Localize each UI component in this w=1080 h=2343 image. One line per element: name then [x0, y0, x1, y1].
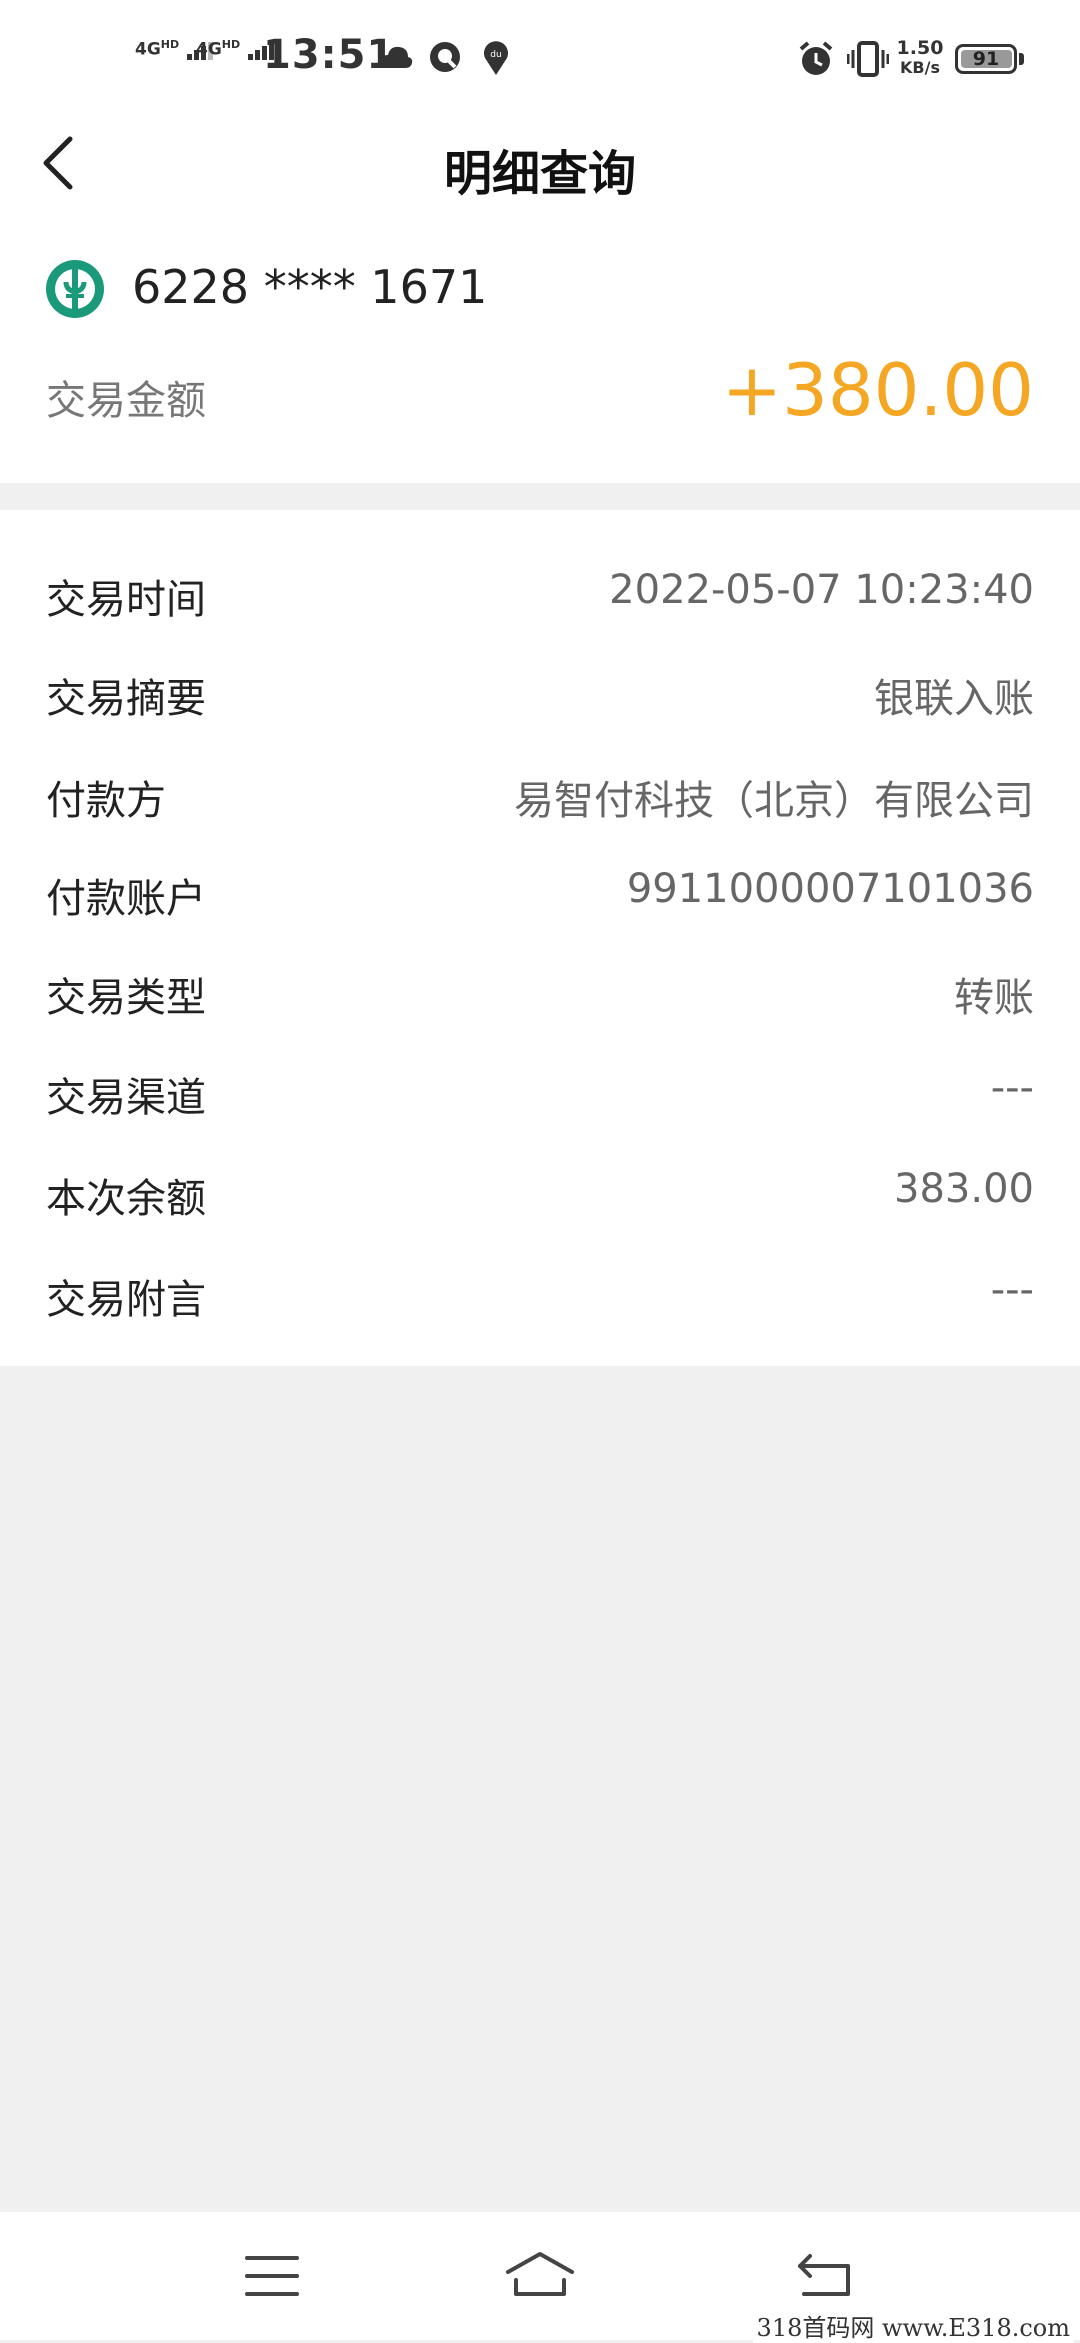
detail-row-summary: 交易摘要 银联入账	[0, 636, 1080, 736]
battery-level: 91	[972, 48, 1000, 70]
detail-row-time: 交易时间 2022-05-07 10:23:40	[0, 537, 1080, 637]
battery-tip	[1019, 53, 1024, 65]
watermark: 318首码网 www.E318.com	[752, 2308, 1074, 2343]
svg-text:du: du	[490, 50, 501, 60]
card-number: 6228 **** 1671	[132, 260, 488, 314]
home-icon	[506, 2252, 574, 2296]
detail-value: 易智付科技（北京）有限公司	[514, 778, 1034, 824]
clock: 13:51	[263, 32, 396, 78]
amount-label: 交易金额	[46, 378, 206, 424]
status-bar: 4GHD 4GHD 13:51 du 1.50 KB/s 91	[0, 0, 1080, 118]
q-app-icon	[430, 42, 460, 72]
location-icon: du	[484, 41, 508, 75]
menu-icon	[245, 2256, 299, 2296]
network-type-label: 4G	[196, 39, 222, 60]
detail-label: 本次余额	[46, 1176, 206, 1222]
network-hd-label: HD	[221, 38, 241, 51]
menu-button[interactable]	[232, 2242, 312, 2312]
abc-bank-logo	[46, 260, 104, 318]
detail-list: 交易时间 2022-05-07 10:23:40 交易摘要 银联入账 付款方 易…	[0, 510, 1080, 1366]
detail-value: 383.00	[894, 1166, 1034, 1212]
alarm-icon	[799, 41, 833, 75]
return-button[interactable]	[784, 2242, 864, 2312]
detail-row-note: 交易附言 ---	[0, 1237, 1080, 1337]
detail-row-channel: 交易渠道 ---	[0, 1035, 1080, 1135]
network-speed: 1.50 KB/s	[895, 38, 945, 78]
network-speed-unit: KB/s	[900, 58, 940, 77]
detail-row-balance: 本次余额 383.00	[0, 1136, 1080, 1236]
battery-icon: 91	[955, 44, 1017, 74]
detail-value: ---	[990, 1267, 1034, 1313]
detail-label: 交易附言	[46, 1277, 206, 1323]
page-title: 明细查询	[443, 146, 636, 202]
network-speed-value: 1.50	[896, 37, 944, 59]
detail-label: 交易摘要	[46, 676, 206, 722]
detail-value: ---	[990, 1065, 1034, 1111]
network-hd-label: HD	[160, 38, 180, 51]
detail-label: 交易渠道	[46, 1075, 206, 1121]
home-button[interactable]	[500, 2242, 580, 2312]
network-type-label: 4G	[135, 39, 161, 60]
summary-card: 6228 **** 1671 交易金额 +380.00	[0, 208, 1080, 483]
detail-row-payer-account: 付款账户 9911000007101036	[0, 836, 1080, 936]
detail-label: 交易时间	[46, 577, 206, 623]
amount-value: +380.00	[721, 348, 1034, 432]
return-icon	[798, 2254, 850, 2296]
detail-value: 转账	[954, 975, 1034, 1021]
detail-label: 交易类型	[46, 975, 206, 1021]
detail-label: 付款账户	[46, 876, 206, 922]
cloud-icon	[379, 46, 413, 68]
detail-label: 付款方	[46, 778, 166, 824]
detail-value: 9911000007101036	[626, 866, 1034, 912]
detail-value: 银联入账	[874, 676, 1034, 722]
detail-row-type: 交易类型 转账	[0, 935, 1080, 1035]
detail-row-payer: 付款方 易智付科技（北京）有限公司	[0, 738, 1080, 838]
vibrate-icon	[847, 41, 889, 77]
nav-bar: 明细查询	[0, 118, 1080, 208]
detail-value: 2022-05-07 10:23:40	[609, 567, 1034, 613]
